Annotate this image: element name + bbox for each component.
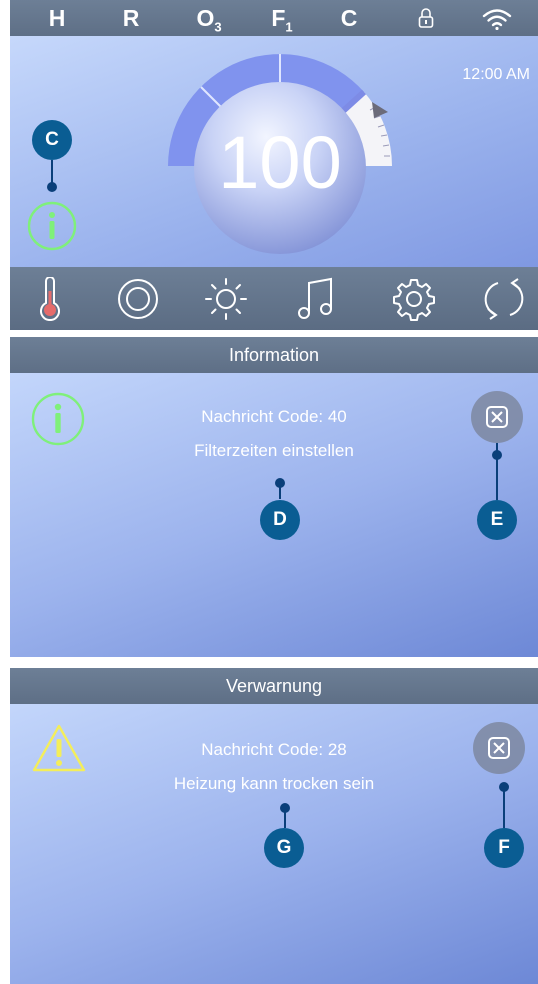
- thermometer-icon[interactable]: [26, 277, 74, 321]
- callout-g-line: [284, 812, 286, 828]
- main-screen: H R O3 F1 C 12:00 AM 100 C: [10, 0, 538, 330]
- callout-c-line: [51, 160, 53, 184]
- callout-f: F: [484, 828, 524, 868]
- close-icon: [486, 406, 508, 428]
- close-icon: [488, 737, 510, 759]
- warning-title: Verwarnung: [10, 668, 538, 704]
- callout-g: G: [264, 828, 304, 868]
- message-code: Nachricht Code: 40: [201, 407, 347, 426]
- callout-d-line: [279, 487, 281, 499]
- callout-e-line-lower: [496, 459, 498, 500]
- lock-icon: [418, 8, 434, 28]
- callout-e: E: [477, 500, 517, 540]
- close-button[interactable]: [473, 722, 525, 774]
- light-icon[interactable]: [202, 277, 250, 321]
- gear-icon[interactable]: [390, 277, 438, 321]
- jets-icon[interactable]: [114, 277, 162, 321]
- ozone-indicator: O3: [196, 5, 222, 35]
- circulation-indicator: R: [122, 5, 140, 31]
- clock: 12:00 AM: [462, 66, 530, 83]
- close-button[interactable]: [471, 391, 523, 443]
- warning-panel: Verwarnung Nachricht Code: 28 Heizung ka…: [10, 668, 538, 984]
- temperature-value: 100: [218, 121, 342, 204]
- heater-indicator: H: [48, 5, 66, 31]
- message-text: Heizung kann trocken sein: [173, 774, 375, 793]
- cleanup-indicator: C: [340, 5, 358, 31]
- status-bar: H R O3 F1 C: [10, 0, 538, 36]
- callout-c: C: [32, 120, 72, 160]
- music-icon[interactable]: [294, 277, 342, 321]
- info-icon[interactable]: [26, 200, 78, 252]
- callout-d: D: [260, 500, 300, 540]
- wifi-icon: [482, 9, 512, 30]
- callout-c-dot: [47, 182, 57, 192]
- message-code: Nachricht Code: 28: [201, 740, 347, 759]
- refresh-icon[interactable]: [480, 277, 528, 321]
- information-title: Information: [10, 337, 538, 373]
- filter-indicator: F1: [271, 5, 293, 35]
- information-panel: Information Nachricht Code: 40 Filterzei…: [10, 337, 538, 657]
- callout-f-line: [503, 791, 505, 828]
- bottom-nav: [10, 267, 538, 330]
- message-text: Filterzeiten einstellen: [194, 441, 354, 460]
